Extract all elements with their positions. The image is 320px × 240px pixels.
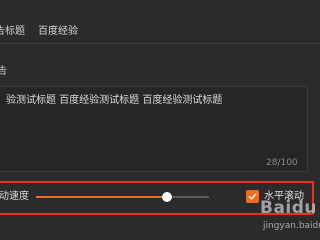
speed-slider-thumb[interactable] xyxy=(162,192,172,202)
content-text: 验测试标题 百度经验测试标题 百度经验测试标题 xyxy=(6,95,223,106)
content-field-label: 告 xyxy=(0,66,7,77)
scroll-speed-label: 动速度 xyxy=(0,191,29,202)
title-field-label: 告标题 xyxy=(0,26,25,37)
speed-slider-fill xyxy=(36,196,167,198)
char-counter: 28/100 xyxy=(266,158,298,168)
baidu-watermark-logo: Baidu xyxy=(260,198,318,218)
watermark-url: jingyan.baidu xyxy=(263,221,320,231)
horizontal-scroll-checkbox[interactable] xyxy=(246,190,259,203)
title-input[interactable]: 百度经验 xyxy=(38,26,78,38)
title-input-underline xyxy=(0,43,320,44)
checkmark-icon xyxy=(248,193,257,200)
